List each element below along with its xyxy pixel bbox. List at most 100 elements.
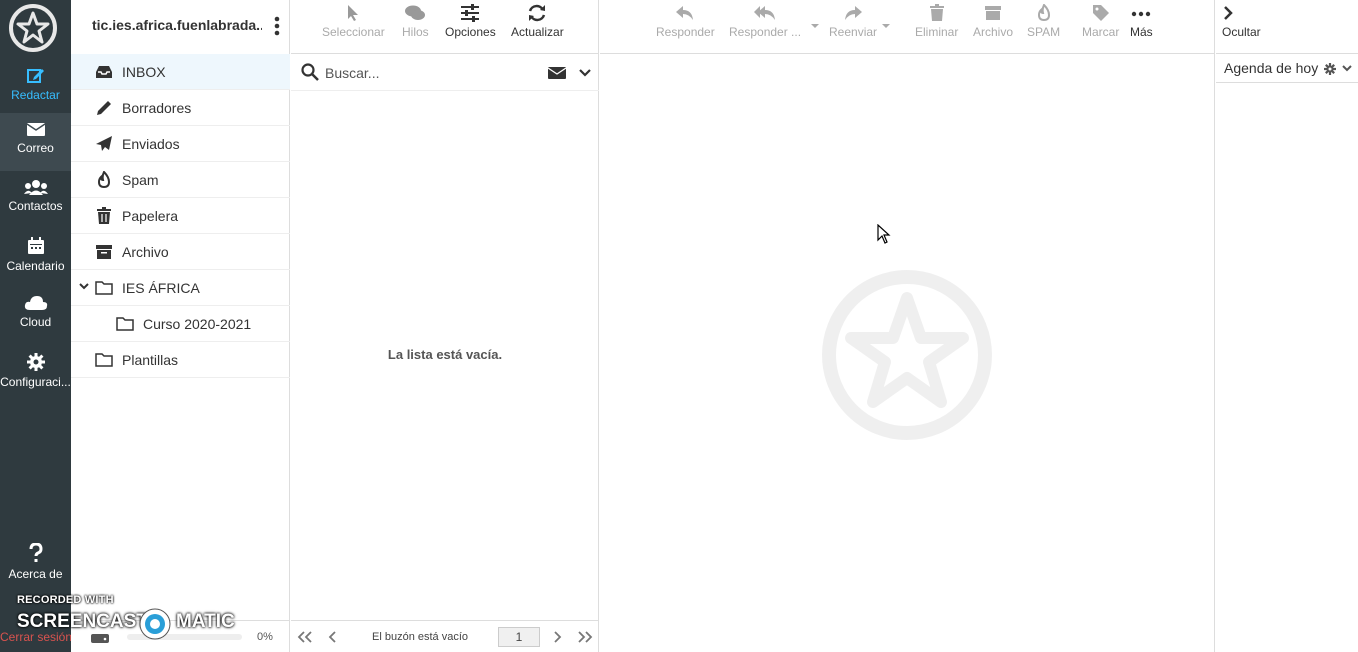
- folder-drafts[interactable]: Borradores: [71, 90, 290, 126]
- sliders-icon: [461, 4, 480, 22]
- nav-about[interactable]: Acerca de: [0, 543, 71, 581]
- nav-cloud[interactable]: Cloud: [0, 287, 71, 345]
- chevron-down-icon[interactable]: [579, 68, 591, 78]
- mark-label: Marcar: [1082, 25, 1120, 39]
- tag-icon: [1092, 5, 1109, 21]
- search-input[interactable]: [325, 63, 525, 83]
- reply-label: Responder: [656, 25, 715, 39]
- spam-button[interactable]: SPAM: [1027, 4, 1060, 39]
- nav-contacts[interactable]: Contactos: [0, 171, 71, 229]
- nav-about-label: Acerca de: [8, 567, 63, 581]
- sidebar-toolbar: Ocultar: [1216, 0, 1358, 54]
- chevron-right-icon: [1224, 6, 1233, 20]
- select-button[interactable]: Seleccionar: [322, 4, 385, 39]
- message-content-panel: Responder Responder ... Reenviar Elimina…: [600, 0, 1215, 652]
- folder-sent[interactable]: Enviados: [71, 126, 290, 162]
- last-page-icon[interactable]: [577, 631, 593, 643]
- list-toolbar: Seleccionar Hilos Opciones Actualizar: [291, 0, 599, 54]
- folder-inbox[interactable]: INBOX: [71, 54, 290, 90]
- reply-all-button[interactable]: Responder ...: [729, 4, 801, 39]
- nav-settings[interactable]: Configuraci...: [0, 345, 71, 403]
- nav-settings-label: Configuraci...: [0, 375, 71, 389]
- account-name: tic.ies.africa.fuenlabrada...: [92, 17, 262, 33]
- archive-icon: [985, 6, 1001, 20]
- refresh-icon: [529, 4, 546, 22]
- refresh-label: Actualizar: [511, 25, 564, 39]
- nav-calendar-label: Calendario: [6, 259, 65, 273]
- trash-icon: [97, 207, 111, 224]
- folder-archive[interactable]: Archivo: [71, 234, 290, 270]
- folder-label: Archivo: [122, 244, 169, 260]
- folder-label: Curso 2020-2021: [143, 316, 252, 332]
- page-number-input[interactable]: 1: [498, 627, 540, 647]
- search-bar: [291, 55, 599, 91]
- folder-icon: [116, 317, 134, 331]
- pagination-bar: El buzón está vacío 1: [291, 620, 599, 652]
- folder-icon: [95, 281, 113, 295]
- chevron-down-icon[interactable]: [1342, 65, 1352, 73]
- webmail-app: Redactar Correo Contactos Calendario Clo…: [0, 0, 1358, 652]
- hide-label: Ocultar: [1222, 25, 1261, 39]
- agenda-title: Agenda de hoy: [1224, 60, 1319, 76]
- hard-drive-icon: [91, 634, 109, 643]
- reply-button[interactable]: Responder: [656, 4, 715, 39]
- folder-icon: [95, 353, 113, 367]
- hide-sidebar-button[interactable]: Ocultar: [1222, 4, 1261, 39]
- spam-label: SPAM: [1027, 25, 1061, 39]
- more-label: Más: [1130, 25, 1153, 39]
- folder-panel: tic.ies.africa.fuenlabrada... INBOX Borr…: [71, 0, 290, 652]
- folder-curso[interactable]: Curso 2020-2021: [71, 306, 290, 342]
- reply-all-dropdown-icon[interactable]: [810, 23, 820, 29]
- nav-mail[interactable]: Correo: [0, 113, 71, 171]
- trash-icon: [929, 4, 944, 21]
- previous-page-icon[interactable]: [328, 631, 338, 643]
- archive-icon: [96, 245, 112, 259]
- nav-compose[interactable]: Redactar: [0, 58, 71, 116]
- options-button[interactable]: Opciones: [445, 4, 496, 39]
- folder-label: IES ÁFRICA: [122, 280, 200, 296]
- first-page-icon[interactable]: [297, 631, 313, 643]
- folder-label: Borradores: [122, 100, 192, 116]
- empty-list-message: La lista está vacía.: [387, 347, 503, 362]
- nav-mail-label: Correo: [17, 141, 54, 155]
- forward-button[interactable]: Reenviar: [829, 4, 877, 39]
- main-nav: Redactar Correo Contactos Calendario Clo…: [0, 0, 72, 652]
- threads-button[interactable]: Hilos: [402, 4, 429, 39]
- options-label: Opciones: [445, 25, 496, 39]
- pointer-icon: [348, 5, 359, 21]
- screencast-brand-left: SCREENCAST: [17, 611, 148, 632]
- envelope-icon[interactable]: [547, 66, 567, 80]
- pager-status: El buzón está vacío: [372, 631, 469, 643]
- forward-label: Reenviar: [829, 25, 878, 39]
- forward-dropdown-icon[interactable]: [881, 23, 891, 29]
- mouse-cursor-icon: [877, 224, 891, 244]
- nav-cloud-label: Cloud: [19, 315, 52, 329]
- watermark-logo: [822, 270, 992, 440]
- reply-all-label: Responder ...: [729, 25, 802, 39]
- gear-icon[interactable]: [1324, 63, 1336, 75]
- kebab-menu-icon[interactable]: [271, 14, 283, 38]
- folder-templates[interactable]: Plantillas: [71, 342, 290, 378]
- folder-label: Enviados: [122, 136, 180, 152]
- delete-button[interactable]: Eliminar: [915, 4, 958, 39]
- more-button[interactable]: Más: [1130, 4, 1153, 39]
- chevron-down-icon[interactable]: [79, 281, 89, 291]
- fire-icon: [1037, 4, 1050, 22]
- gear-icon: [26, 353, 45, 371]
- pencil-icon: [97, 101, 111, 115]
- next-page-icon[interactable]: [552, 631, 562, 643]
- archive-button[interactable]: Archivo: [973, 4, 1013, 39]
- folder-label: INBOX: [122, 64, 166, 80]
- inbox-icon: [96, 66, 112, 78]
- mark-button[interactable]: Marcar: [1082, 4, 1119, 39]
- refresh-button[interactable]: Actualizar: [511, 4, 564, 39]
- right-sidebar: Ocultar Agenda de hoy: [1216, 0, 1358, 652]
- folder-trash[interactable]: Papelera: [71, 198, 290, 234]
- agenda-header: Agenda de hoy: [1216, 55, 1358, 83]
- nav-calendar[interactable]: Calendario: [0, 229, 71, 287]
- cloud-icon: [24, 296, 47, 310]
- folder-spam[interactable]: Spam: [71, 162, 290, 198]
- folder-ies-africa[interactable]: IES ÁFRICA: [71, 270, 290, 306]
- forward-icon: [845, 6, 863, 20]
- fire-icon: [97, 171, 111, 189]
